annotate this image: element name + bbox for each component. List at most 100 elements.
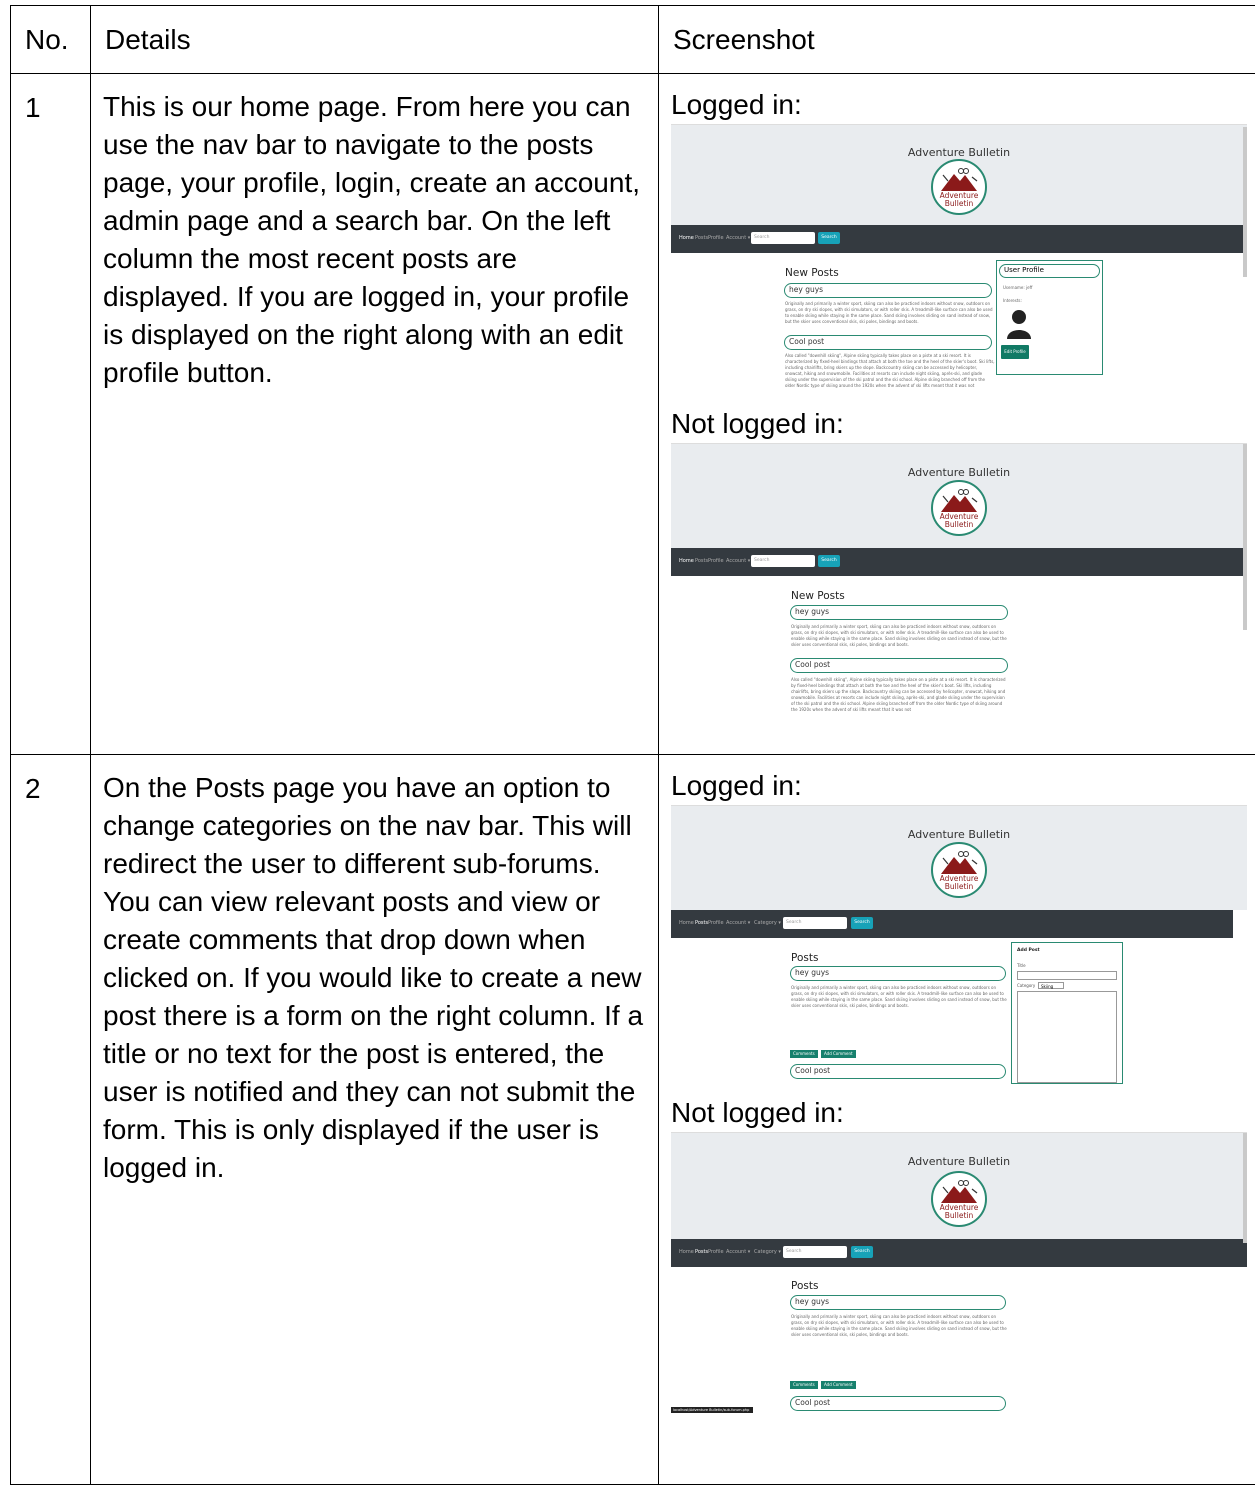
title-input[interactable] <box>1017 971 1117 980</box>
comments-button[interactable]: Comments <box>790 1050 818 1058</box>
search-button[interactable]: Search <box>851 917 873 929</box>
post-title[interactable]: hey guys <box>790 1295 1006 1310</box>
form-title-label: Title <box>1017 963 1026 968</box>
nav-posts[interactable]: Posts <box>695 1249 708 1255</box>
edit-profile-button[interactable]: Edit Profile <box>1001 345 1029 359</box>
post-body: Originally and primarily a winter sport,… <box>791 624 1009 656</box>
mountain-icon <box>937 1179 981 1205</box>
site-logo: AdventureBulletin <box>931 842 987 898</box>
header-no: No. <box>11 6 91 74</box>
search-button[interactable]: Search <box>851 1246 873 1258</box>
profile-title: User Profile <box>999 264 1100 278</box>
document-table: No. Details Screenshot 1 This is our hom… <box>10 5 1255 1485</box>
nav-home[interactable]: Home <box>679 235 694 241</box>
row-number: 2 <box>11 755 91 1485</box>
column-title: New Posts <box>785 267 839 279</box>
navbar: Home Posts Profile Account ▾ Search Sear… <box>671 225 1247 253</box>
site-header: Adventure Bulletin AdventureBulletin <box>671 444 1247 548</box>
site-title: Adventure Bulletin <box>671 828 1247 841</box>
screenshot-home-not-logged-in: Adventure Bulletin AdventureBulletin Hom… <box>671 443 1247 728</box>
logo-text: AdventureBulletin <box>933 875 985 891</box>
site-logo: AdventureBulletin <box>931 480 987 536</box>
post-title[interactable]: hey guys <box>790 605 1008 620</box>
post-title[interactable]: Cool post <box>790 1396 1006 1411</box>
mountain-icon <box>937 167 981 193</box>
post-body: Also called "downhill skiing", Alpine sk… <box>785 353 995 393</box>
site-title: Adventure Bulletin <box>671 146 1247 159</box>
screenshot-label: Not logged in: <box>671 407 1255 443</box>
search-input[interactable]: Search <box>751 232 815 244</box>
nav-home[interactable]: Home <box>679 1249 694 1255</box>
post-title[interactable]: hey guys <box>784 283 992 298</box>
form-category-label: Category <box>1017 983 1035 988</box>
comments-button[interactable]: Comments <box>790 1381 818 1389</box>
column-title: Posts <box>791 952 818 964</box>
nav-category[interactable]: Category ▾ <box>754 1249 781 1255</box>
screenshot-home-logged-in: Adventure Bulletin AdventureBulletin Hom… <box>671 124 1247 395</box>
header-screenshot: Screenshot <box>659 6 1255 74</box>
mountain-icon <box>937 488 981 514</box>
search-button[interactable]: Search <box>818 555 840 567</box>
row-screenshots: Logged in: Adventure Bulletin AdventureB… <box>659 74 1255 755</box>
screenshot-label: Logged in: <box>671 88 1255 124</box>
profile-username: Username: jeff <box>1003 285 1032 290</box>
column-title: Posts <box>791 1280 818 1292</box>
scrollbar[interactable] <box>1243 1133 1247 1243</box>
navbar: Home Posts Profile Account ▾ Search Sear… <box>671 548 1247 576</box>
post-title[interactable]: hey guys <box>790 966 1006 981</box>
navbar: Home Posts Profile Account ▾ Category ▾ … <box>671 1239 1247 1267</box>
table-row: 2 On the Posts page you have an option t… <box>11 755 1255 1485</box>
nav-account[interactable]: Account ▾ <box>726 920 750 926</box>
site-header: Adventure Bulletin AdventureBulletin <box>671 1133 1247 1239</box>
status-url-bar: localhost/Adventure Bulletin/sub-forum.p… <box>671 1407 753 1413</box>
nav-account[interactable]: Account ▾ <box>726 558 750 564</box>
post-body: Originally and primarily a winter sport,… <box>791 1314 1007 1346</box>
row-details: On the Posts page you have an option to … <box>91 755 659 1485</box>
site-header: Adventure Bulletin AdventureBulletin <box>671 806 1247 910</box>
nav-posts[interactable]: Posts <box>695 920 708 926</box>
row-number: 1 <box>11 74 91 755</box>
row-screenshots: Logged in: Adventure Bulletin AdventureB… <box>659 755 1255 1485</box>
row-details: This is our home page. From here you can… <box>91 74 659 755</box>
header-details: Details <box>91 6 659 74</box>
add-post-form: Add Post Title Category Skiing <box>1011 942 1123 1084</box>
nav-profile[interactable]: Profile <box>708 558 724 564</box>
post-title[interactable]: Cool post <box>790 1064 1006 1079</box>
table-row: 1 This is our home page. From here you c… <box>11 74 1255 755</box>
search-button[interactable]: Search <box>818 232 840 244</box>
add-comment-button[interactable]: Add Comment <box>821 1381 856 1389</box>
nav-profile[interactable]: Profile <box>708 920 724 926</box>
site-header: Adventure Bulletin AdventureBulletin <box>671 125 1247 225</box>
post-title[interactable]: Cool post <box>790 658 1008 673</box>
scrollbar[interactable] <box>1243 444 1247 630</box>
nav-profile[interactable]: Profile <box>708 235 724 241</box>
table-header-row: No. Details Screenshot <box>11 6 1255 74</box>
avatar-icon <box>1007 309 1031 339</box>
post-title[interactable]: Cool post <box>784 335 992 350</box>
search-input[interactable]: Search <box>783 917 847 929</box>
nav-account[interactable]: Account ▾ <box>726 235 750 241</box>
post-text-area[interactable] <box>1017 991 1117 1083</box>
nav-posts[interactable]: Posts <box>695 235 708 241</box>
nav-category[interactable]: Category ▾ <box>754 920 781 926</box>
logo-text: AdventureBulletin <box>933 192 985 208</box>
nav-account[interactable]: Account ▾ <box>726 1249 750 1255</box>
category-select[interactable]: Skiing <box>1038 982 1064 989</box>
mountain-icon <box>937 850 981 876</box>
nav-home[interactable]: Home <box>679 920 694 926</box>
column-title: New Posts <box>791 590 845 602</box>
post-body: Also called "downhill skiing", Alpine sk… <box>791 677 1009 723</box>
nav-home[interactable]: Home <box>679 558 694 564</box>
site-title: Adventure Bulletin <box>671 1155 1247 1168</box>
nav-profile[interactable]: Profile <box>708 1249 724 1255</box>
search-input[interactable]: Search <box>783 1246 847 1258</box>
nav-posts[interactable]: Posts <box>695 558 708 564</box>
logo-text: AdventureBulletin <box>933 1204 985 1220</box>
search-input[interactable]: Search <box>751 555 815 567</box>
navbar: Home Posts Profile Account ▾ Category ▾ … <box>671 910 1233 938</box>
screenshot-posts-logged-in: Adventure Bulletin AdventureBulletin Hom… <box>671 805 1247 1084</box>
scrollbar[interactable] <box>1243 127 1247 277</box>
screenshot-label: Not logged in: <box>671 1096 1255 1132</box>
user-profile-card: User Profile Username: jeff Interests: E… <box>996 260 1103 375</box>
add-comment-button[interactable]: Add Comment <box>821 1050 856 1058</box>
